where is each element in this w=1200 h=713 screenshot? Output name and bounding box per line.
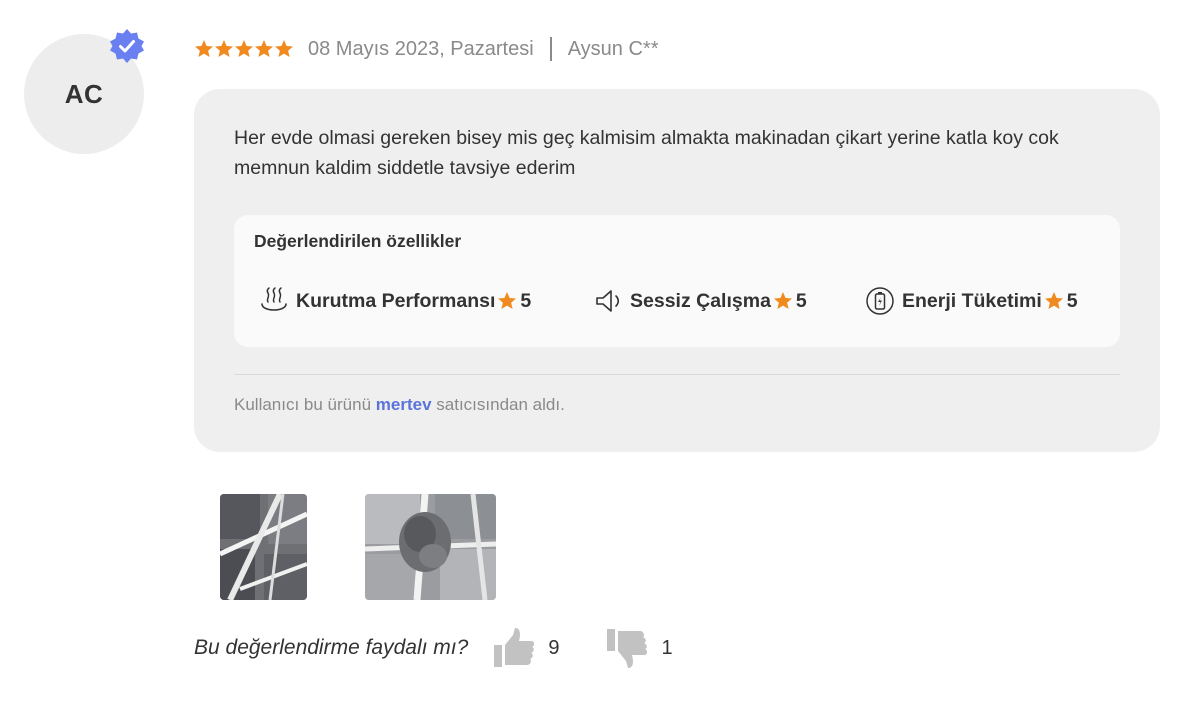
review-card: Her evde olmasi gereken bisey mis geç ka… <box>194 89 1160 452</box>
feature-quiet-operation: Sessiz Çalışma 5 <box>592 285 807 317</box>
seller-prefix: Kullanıcı bu ürünü <box>234 395 372 414</box>
features-title: Değerlendirilen özellikler <box>254 231 462 251</box>
feature-score: 5 <box>1066 289 1078 312</box>
star-icon <box>195 40 213 57</box>
feature-drying-performance: Kurutma Performansı 5 <box>258 285 531 317</box>
helpful-row: Bu değerlendirme faydalı mı? 9 1 <box>194 628 673 668</box>
star-icon <box>235 40 253 57</box>
review-author: Aysun C** <box>567 37 659 60</box>
seller-link[interactable]: mertev <box>376 395 432 414</box>
review-date: 08 Mayıs 2023, Pazartesi <box>308 37 534 60</box>
feature-score: 5 <box>520 289 532 312</box>
thumbs-down-button[interactable]: 1 <box>605 627 673 669</box>
star-icon <box>773 292 792 309</box>
review-text: Her evde olmasi gereken bisey mis geç ka… <box>234 127 1059 179</box>
speaker-icon <box>596 290 620 312</box>
thumbs-up-icon <box>494 628 535 667</box>
helpful-question: Bu değerlendirme faydalı mı? <box>194 636 469 659</box>
feature-label: Enerji Tüketimi <box>902 289 1042 312</box>
thumbs-down-icon <box>607 629 648 668</box>
seller-suffix: satıcısından aldı. <box>436 395 565 414</box>
feature-label: Sessiz Çalışma <box>630 289 771 312</box>
avatar-initials: AC <box>64 78 104 109</box>
review-photo-2[interactable] <box>365 494 496 600</box>
feature-score: 5 <box>795 289 807 312</box>
review-meta: 08 Mayıs 2023, Pazartesi Aysun C** <box>194 34 658 64</box>
helpful-down-count: 1 <box>661 636 673 659</box>
star-icon <box>1044 292 1063 309</box>
helpful-up-count: 9 <box>548 636 560 659</box>
divider <box>234 374 1120 375</box>
steam-icon <box>261 287 287 311</box>
review-photo-1[interactable] <box>220 494 307 600</box>
feature-energy-consumption: Enerji Tüketimi 5 <box>864 285 1078 317</box>
rated-features-box: Değerlendirilen özellikler Kurutma Perfo… <box>234 215 1120 347</box>
battery-icon <box>866 287 894 315</box>
star-icon <box>255 40 273 57</box>
rating-stars <box>194 39 294 59</box>
feature-label: Kurutma Performansı <box>296 289 496 312</box>
star-icon <box>275 40 293 57</box>
star-icon <box>215 40 233 57</box>
meta-separator <box>549 37 552 61</box>
star-icon <box>498 292 517 309</box>
verified-badge-icon <box>110 29 144 63</box>
seller-info: Kullanıcı bu ürünü mertev satıcısından a… <box>234 395 565 415</box>
thumbs-up-button[interactable]: 9 <box>492 627 559 669</box>
